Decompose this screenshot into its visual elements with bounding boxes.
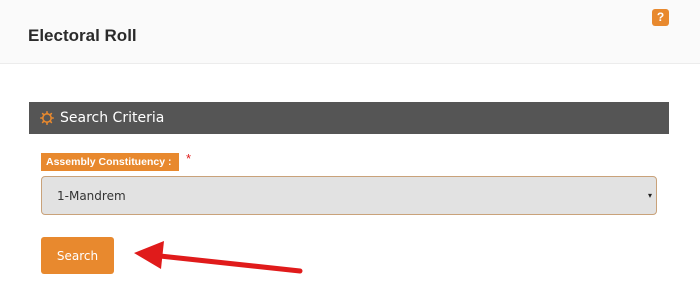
- gear-icon: [40, 111, 54, 125]
- search-criteria-header: Search Criteria: [29, 102, 669, 134]
- assembly-constituency-label: Assembly Constituency :: [41, 153, 180, 171]
- required-mark: *: [186, 151, 192, 166]
- page-title: Electoral Roll: [28, 26, 137, 45]
- question-icon[interactable]: ?: [652, 9, 669, 26]
- page-header: Electoral Roll ?: [0, 0, 700, 64]
- search-button[interactable]: Search: [41, 237, 114, 274]
- assembly-constituency-select[interactable]: 1-Mandrem ▾: [41, 176, 657, 215]
- panel-title: Search Criteria: [60, 110, 165, 126]
- caret-down-icon: ▾: [647, 191, 652, 200]
- red-arrow-annotation: [134, 241, 303, 274]
- selected-constituency: 1-Mandrem: [57, 188, 126, 203]
